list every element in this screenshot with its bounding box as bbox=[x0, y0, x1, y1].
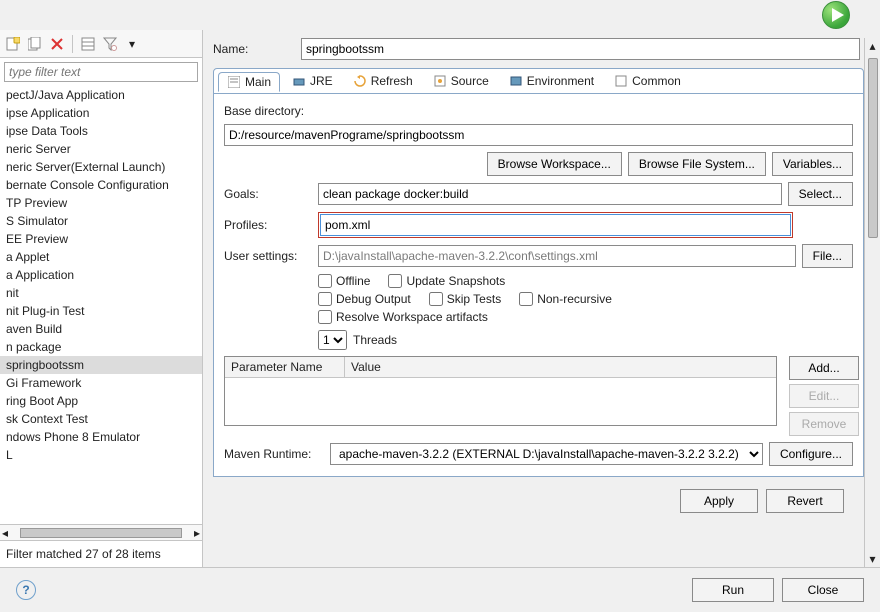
tree-item[interactable]: neric Server bbox=[0, 140, 202, 158]
tab-label: Common bbox=[632, 74, 681, 88]
filter-input[interactable] bbox=[4, 62, 198, 82]
run-button[interactable]: Run bbox=[692, 578, 774, 602]
offline-checkbox[interactable]: Offline bbox=[318, 274, 370, 288]
threads-select[interactable]: 1 bbox=[318, 330, 347, 350]
param-remove-button: Remove bbox=[789, 412, 859, 436]
goals-input[interactable] bbox=[318, 183, 782, 205]
tree-item[interactable]: a Application bbox=[0, 266, 202, 284]
user-settings-file-button[interactable]: File... bbox=[802, 244, 853, 268]
offline-label: Offline bbox=[336, 274, 370, 288]
apply-button[interactable]: Apply bbox=[680, 489, 758, 513]
tree-item[interactable]: TP Preview bbox=[0, 194, 202, 212]
resolve-workspace-label: Resolve Workspace artifacts bbox=[336, 310, 488, 324]
tree-item[interactable]: L bbox=[0, 446, 202, 464]
run-launch-icon[interactable] bbox=[822, 1, 850, 29]
tab-label: Main bbox=[245, 75, 271, 89]
main-tab-icon bbox=[227, 75, 241, 89]
threads-label: Threads bbox=[353, 333, 397, 347]
tab-label: Environment bbox=[527, 74, 594, 88]
tree-item[interactable]: neric Server(External Launch) bbox=[0, 158, 202, 176]
skip-tests-label: Skip Tests bbox=[447, 292, 501, 306]
help-icon[interactable]: ? bbox=[16, 580, 36, 600]
update-snapshots-checkbox[interactable]: Update Snapshots bbox=[388, 274, 505, 288]
debug-output-checkbox[interactable]: Debug Output bbox=[318, 292, 411, 306]
tab-refresh[interactable]: Refresh bbox=[345, 72, 421, 90]
tree-item[interactable]: bernate Console Configuration bbox=[0, 176, 202, 194]
config-tree[interactable]: pectJ/Java Application ipse Application … bbox=[0, 86, 202, 524]
name-label: Name: bbox=[213, 42, 301, 56]
tree-item[interactable]: ring Boot App bbox=[0, 392, 202, 410]
configurations-panel: ▾ pectJ/Java Application ipse Applicatio… bbox=[0, 30, 203, 567]
tree-item[interactable]: ipse Application bbox=[0, 104, 202, 122]
tree-item[interactable]: Gi Framework bbox=[0, 374, 202, 392]
collapse-all-icon[interactable] bbox=[79, 35, 97, 53]
tab-label: Source bbox=[451, 74, 489, 88]
refresh-tab-icon bbox=[353, 74, 367, 88]
tab-source[interactable]: Source bbox=[425, 72, 497, 90]
profiles-input[interactable] bbox=[320, 214, 791, 236]
tab-label: Refresh bbox=[371, 74, 413, 88]
param-edit-button: Edit... bbox=[789, 384, 859, 408]
main-tab-body: Base directory: Browse Workspace... Brow… bbox=[213, 94, 864, 477]
variables-button[interactable]: Variables... bbox=[772, 152, 853, 176]
filter-config-icon[interactable] bbox=[101, 35, 119, 53]
browse-workspace-button[interactable]: Browse Workspace... bbox=[487, 152, 622, 176]
tree-item[interactable]: ndows Phone 8 Emulator bbox=[0, 428, 202, 446]
non-recursive-checkbox[interactable]: Non-recursive bbox=[519, 292, 612, 306]
update-snapshots-label: Update Snapshots bbox=[406, 274, 505, 288]
parameters-table[interactable]: Parameter Name Value bbox=[224, 356, 777, 426]
new-config-icon[interactable] bbox=[4, 35, 22, 53]
tab-label: JRE bbox=[310, 74, 333, 88]
non-recursive-label: Non-recursive bbox=[537, 292, 612, 306]
base-dir-input[interactable] bbox=[224, 124, 853, 146]
revert-button[interactable]: Revert bbox=[766, 489, 844, 513]
runtime-select[interactable]: apache-maven-3.2.2 (EXTERNAL D:\javaInst… bbox=[330, 443, 763, 465]
resolve-workspace-checkbox[interactable]: Resolve Workspace artifacts bbox=[318, 310, 488, 324]
source-tab-icon bbox=[433, 74, 447, 88]
goals-label: Goals: bbox=[224, 187, 312, 201]
goals-select-button[interactable]: Select... bbox=[788, 182, 853, 206]
filter-status: Filter matched 27 of 28 items bbox=[0, 540, 202, 567]
environment-tab-icon bbox=[509, 74, 523, 88]
tab-bar: Main JRE Refresh Source Environment Comm… bbox=[213, 68, 864, 94]
tree-item-selected[interactable]: springbootssm bbox=[0, 356, 202, 374]
right-v-scrollbar[interactable]: ▴ ▾ bbox=[864, 38, 880, 567]
duplicate-config-icon[interactable] bbox=[26, 35, 44, 53]
delete-config-icon[interactable] bbox=[48, 35, 66, 53]
param-add-button[interactable]: Add... bbox=[789, 356, 859, 380]
param-name-header: Parameter Name bbox=[225, 357, 345, 377]
user-settings-input[interactable] bbox=[318, 245, 796, 267]
tree-item[interactable]: a Applet bbox=[0, 248, 202, 266]
runtime-configure-button[interactable]: Configure... bbox=[769, 442, 853, 466]
tree-item[interactable]: S Simulator bbox=[0, 212, 202, 230]
tree-item[interactable]: EE Preview bbox=[0, 230, 202, 248]
tree-h-scrollbar[interactable]: ◂▸ bbox=[0, 524, 202, 540]
tab-environment[interactable]: Environment bbox=[501, 72, 602, 90]
browse-filesystem-button[interactable]: Browse File System... bbox=[628, 152, 766, 176]
tree-item[interactable]: ipse Data Tools bbox=[0, 122, 202, 140]
profiles-label: Profiles: bbox=[224, 218, 312, 232]
tab-jre[interactable]: JRE bbox=[284, 72, 341, 90]
tree-item[interactable]: nit bbox=[0, 284, 202, 302]
toolbar-menu-icon[interactable]: ▾ bbox=[123, 35, 141, 53]
close-button[interactable]: Close bbox=[782, 578, 864, 602]
tree-item[interactable]: aven Build bbox=[0, 320, 202, 338]
tree-item[interactable]: n package bbox=[0, 338, 202, 356]
tab-main[interactable]: Main bbox=[218, 72, 280, 92]
param-value-header: Value bbox=[345, 357, 776, 377]
skip-tests-checkbox[interactable]: Skip Tests bbox=[429, 292, 501, 306]
tree-item[interactable]: sk Context Test bbox=[0, 410, 202, 428]
tree-item[interactable]: pectJ/Java Application bbox=[0, 86, 202, 104]
common-tab-icon bbox=[614, 74, 628, 88]
name-input[interactable] bbox=[301, 38, 860, 60]
tree-item[interactable]: nit Plug-in Test bbox=[0, 302, 202, 320]
base-dir-label: Base directory: bbox=[224, 104, 853, 118]
user-settings-label: User settings: bbox=[224, 249, 312, 263]
debug-output-label: Debug Output bbox=[336, 292, 411, 306]
runtime-label: Maven Runtime: bbox=[224, 447, 324, 461]
tab-common[interactable]: Common bbox=[606, 72, 689, 90]
jre-tab-icon bbox=[292, 74, 306, 88]
